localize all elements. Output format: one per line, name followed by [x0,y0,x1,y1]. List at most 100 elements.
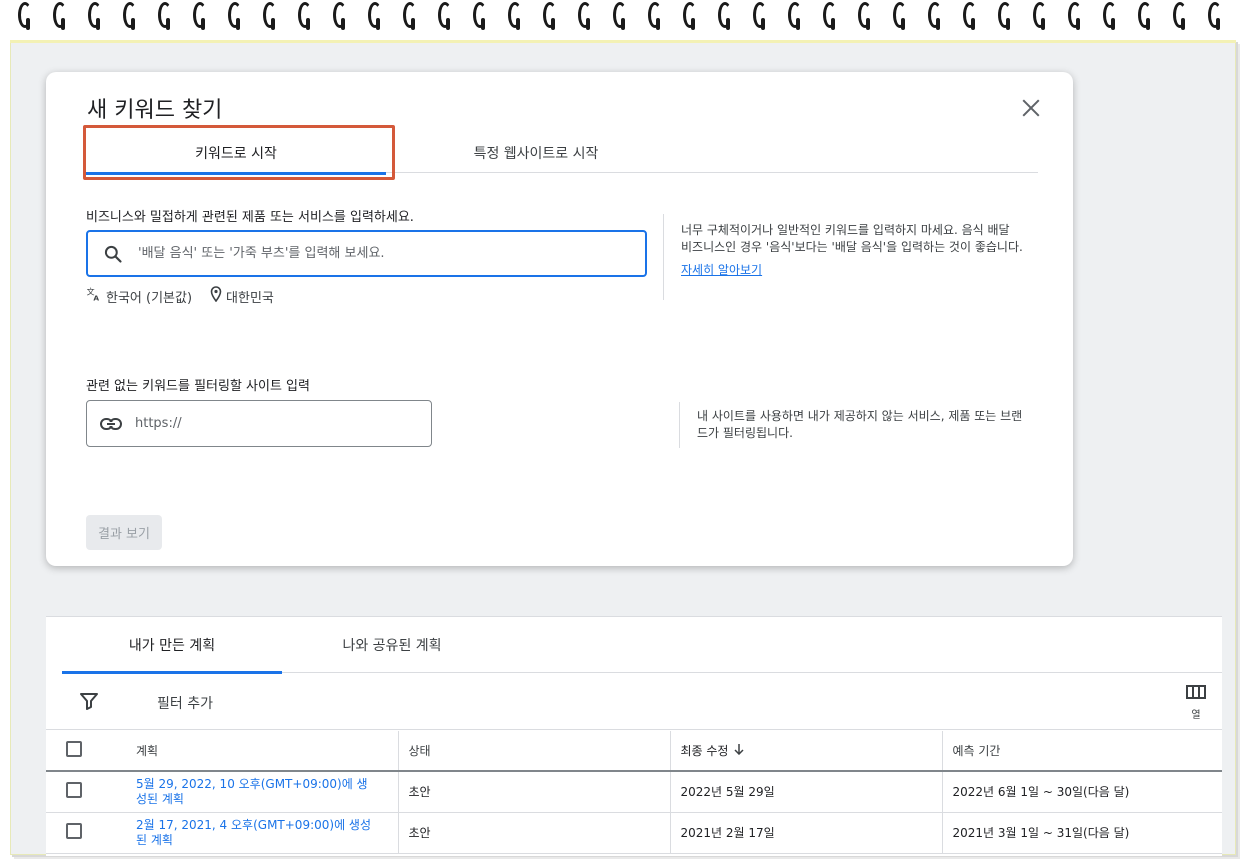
keyword-tip-text: 너무 구체적이거나 일반적인 키워드를 입력하지 마세요. 음식 배달 비즈니스… [681,223,1023,254]
plan-cell: 2월 17, 2021, 4 오후(GMT+09:00)에 생성된 계획 [126,812,399,854]
spiral-ring [362,0,397,34]
spiral-ring [1097,0,1132,34]
plans-card: 내가 만든 계획 나와 공유된 계획 필터 추가 열 계획 상태 최종 수정 예… [46,616,1222,856]
keyword-label: 비즈니스와 밀접하게 관련된 제품 또는 서비스를 입력하세요. [86,210,414,225]
plans-tabs: 내가 만든 계획 나와 공유된 계획 [62,617,1222,674]
header-status[interactable]: 상태 [398,731,671,772]
site-filter-label: 관련 없는 키워드를 필터링할 사이트 입력 [86,379,310,394]
spiral-ring [537,0,572,34]
new-keyword-dialog: 새 키워드 찾기 키워드로 시작 특정 웹사이트로 시작 비즈니스와 밀접하게 … [46,72,1073,566]
table-row: 5월 29, 2022, 10 오후(GMT+09:00)에 생성된 계획 초안… [46,771,1222,813]
spiral-ring [677,0,712,34]
keyword-input[interactable] [138,246,645,261]
spiral-ring [257,0,292,34]
filter-bar: 필터 추가 열 [46,674,1222,730]
forecast-cell: 2021년 3월 1일 ~ 31일(다음 달) [942,812,1222,854]
spiral-ring [152,0,187,34]
location-selector[interactable]: 대한민국 [226,287,274,306]
see-results-button[interactable]: 결과 보기 [86,515,162,550]
spiral-ring [1132,0,1167,34]
spiral-ring [642,0,677,34]
spiral-binding [0,0,1250,34]
spiral-ring [117,0,152,34]
table-row: 2월 17, 2021, 4 오후(GMT+09:00)에 생성된 계획 초안 … [46,812,1222,854]
search-icon [88,244,138,264]
row-select-cell [46,812,126,854]
forecast-cell: 2022년 6월 1일 ~ 30일(다음 달) [942,771,1222,813]
spiral-ring [467,0,502,34]
row-checkbox[interactable] [66,782,82,799]
select-all-cell [46,731,126,772]
language-selector[interactable]: 한국어 (기본값) [106,287,192,306]
header-forecast[interactable]: 예측 기간 [942,731,1222,772]
columns-button[interactable]: 열 [1184,684,1208,721]
last-modified-cell: 2022년 5월 29일 [670,771,943,813]
location-pin-icon [210,286,222,306]
row-select-cell [46,771,126,813]
columns-label: 열 [1191,710,1201,721]
targeting-row: 文A 한국어 (기본값) 대한민국 [86,286,274,306]
tab-my-plans[interactable]: 내가 만든 계획 [62,617,282,674]
spiral-ring [292,0,327,34]
keyword-tip: 너무 구체적이거나 일반적인 키워드를 입력하지 마세요. 음식 배달 비즈니스… [663,214,1023,300]
plan-cell: 5월 29, 2022, 10 오후(GMT+09:00)에 생성된 계획 [126,771,399,813]
site-url-field[interactable] [86,400,432,447]
tab-shared-plans[interactable]: 나와 공유된 계획 [282,617,502,673]
highlight-annotation [83,125,395,180]
spiral-ring [957,0,992,34]
spiral-ring [887,0,922,34]
columns-icon [1186,685,1206,699]
spiral-ring [607,0,642,34]
svg-text:A: A [93,294,99,302]
spiral-ring [1027,0,1062,34]
header-plan[interactable]: 계획 [126,731,399,772]
learn-more-link[interactable]: 자세히 알아보기 [681,262,762,279]
spiral-ring [82,0,117,34]
spiral-ring [1062,0,1097,34]
spiral-ring [992,0,1027,34]
link-icon [87,417,135,431]
spiral-ring [47,0,82,34]
table-header-row: 계획 상태 최종 수정 예측 기간 [46,731,1222,772]
spiral-ring [1202,0,1237,34]
select-all-checkbox[interactable] [66,741,82,757]
plan-link[interactable]: 5월 29, 2022, 10 오후(GMT+09:00)에 생성된 계획 [136,777,376,807]
spiral-ring [397,0,432,34]
keyword-search-field[interactable] [86,230,647,277]
status-cell: 초안 [398,771,671,813]
spiral-ring [432,0,467,34]
spiral-ring [572,0,607,34]
last-modified-cell: 2021년 2월 17일 [670,812,943,854]
spiral-ring [747,0,782,34]
tab-label: 내가 만든 계획 [128,638,216,654]
filter-icon[interactable] [80,692,98,714]
site-filter-tip-text: 내 사이트를 사용하면 내가 제공하지 않는 서비스, 제품 또는 브랜드가 필… [697,409,1023,440]
spiral-ring [922,0,957,34]
spiral-ring [712,0,747,34]
status-cell: 초안 [398,812,671,854]
spiral-ring [222,0,257,34]
add-filter-button[interactable]: 필터 추가 [157,693,213,713]
site-filter-tip: 내 사이트를 사용하면 내가 제공하지 않는 서비스, 제품 또는 브랜드가 필… [679,402,1027,448]
dialog-title: 새 키워드 찾기 [87,98,223,123]
tab-start-with-website[interactable]: 특정 웹사이트로 시작 [386,132,686,173]
plan-link[interactable]: 2월 17, 2021, 4 오후(GMT+09:00)에 생성된 계획 [136,818,376,848]
spiral-ring [782,0,817,34]
tab-label: 특정 웹사이트로 시작 [473,145,599,162]
tab-label: 나와 공유된 계획 [342,638,442,654]
spiral-ring [327,0,362,34]
sort-down-icon [734,744,745,758]
close-icon[interactable] [1019,96,1043,120]
spiral-ring [817,0,852,34]
spiral-ring [1167,0,1202,34]
translate-icon: 文A [86,286,102,306]
spiral-ring [502,0,537,34]
header-last-modified[interactable]: 최종 수정 [670,731,943,772]
header-last-modified-label: 최종 수정 [680,744,729,758]
spiral-ring [12,0,47,34]
site-url-input[interactable] [135,416,431,431]
spiral-ring [187,0,222,34]
row-checkbox[interactable] [66,823,82,839]
spiral-ring [852,0,887,34]
plans-table: 계획 상태 최종 수정 예측 기간 5월 29, 2022, 10 오후(GMT… [46,731,1222,854]
